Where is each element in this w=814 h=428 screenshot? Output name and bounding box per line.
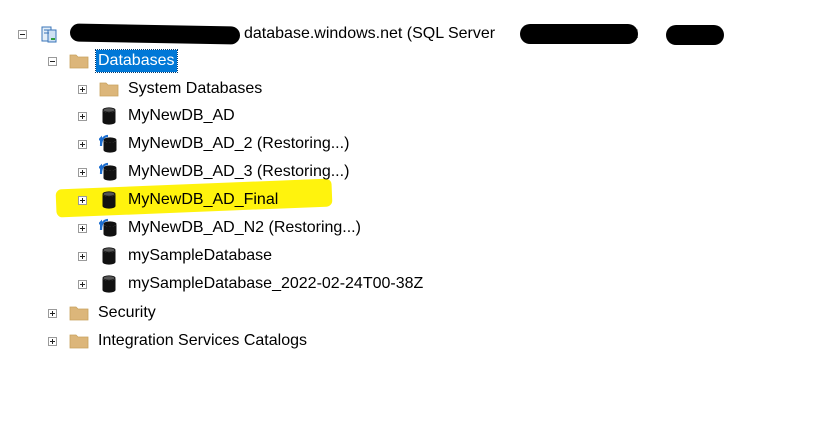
expand-toggle[interactable] (78, 251, 87, 261)
tree-node-label: Security (98, 304, 156, 321)
expand-toggle[interactable] (48, 336, 57, 346)
tree-node-database[interactable]: mySampleDatabase_2022-02-24T00-38Z (78, 271, 425, 297)
collapse-toggle[interactable] (48, 56, 57, 66)
folder-icon (99, 79, 119, 99)
tree-node-label: MyNewDB_AD_3 (Restoring...) (128, 163, 350, 180)
expand-toggle[interactable] (78, 139, 87, 149)
folder-icon (69, 303, 89, 323)
redaction-mark (520, 24, 638, 44)
redaction-mark (69, 23, 241, 45)
expand-toggle[interactable] (78, 167, 87, 177)
tree-node-database[interactable]: MyNewDB_AD (78, 103, 237, 129)
restoring-database-icon (99, 134, 119, 154)
database-icon (99, 246, 119, 266)
expand-toggle[interactable] (78, 279, 87, 289)
server-name: database.windows.net (SQL Server (244, 25, 496, 42)
tree-node-label: mySampleDatabase_2022-02-24T00-38Z (128, 275, 424, 292)
redaction-mark (666, 25, 724, 45)
expand-toggle[interactable] (78, 111, 87, 121)
tree-node-label: MyNewDB_AD_Final (128, 191, 279, 208)
folder-icon (69, 51, 89, 71)
tree-node-database-restoring[interactable]: MyNewDB_AD_2 (Restoring...) (78, 131, 351, 157)
tree-node-database-restoring[interactable]: MyNewDB_AD_N2 (Restoring...) (78, 215, 363, 241)
server-icon (39, 24, 59, 44)
tree-node-security[interactable]: Security (48, 300, 158, 326)
tree-node-database[interactable]: mySampleDatabase (78, 243, 274, 269)
tree-node-database-restoring[interactable]: MyNewDB_AD_3 (Restoring...) (78, 159, 351, 185)
tree-node-integration-services[interactable]: Integration Services Catalogs (48, 328, 309, 354)
expand-toggle[interactable] (78, 223, 87, 233)
tree-node-label: Integration Services Catalogs (98, 332, 307, 349)
expand-toggle[interactable] (48, 308, 57, 318)
databases-label: Databases (95, 49, 178, 73)
folder-icon (69, 331, 89, 351)
object-explorer-tree: database.windows.net (SQL Server mat Dat… (0, 0, 814, 428)
tree-node-system-databases[interactable]: System Databases (78, 76, 264, 102)
tree-node-label: System Databases (128, 80, 263, 97)
tree-node-label: MyNewDB_AD_2 (Restoring...) (128, 135, 350, 152)
database-icon (99, 274, 119, 294)
restoring-database-icon (99, 162, 119, 182)
collapse-toggle[interactable] (18, 29, 27, 39)
database-icon (99, 106, 119, 126)
tree-node-label: mySampleDatabase (128, 247, 273, 264)
restoring-database-icon (99, 218, 119, 238)
tree-node-label: MyNewDB_AD_N2 (Restoring...) (128, 219, 361, 236)
database-icon (99, 190, 119, 210)
expand-toggle[interactable] (78, 84, 87, 94)
tree-node-database-final[interactable]: MyNewDB_AD_Final (78, 187, 280, 213)
tree-node-label: MyNewDB_AD (128, 107, 235, 124)
tree-node-databases[interactable]: Databases (48, 48, 178, 74)
expand-toggle[interactable] (78, 195, 87, 205)
